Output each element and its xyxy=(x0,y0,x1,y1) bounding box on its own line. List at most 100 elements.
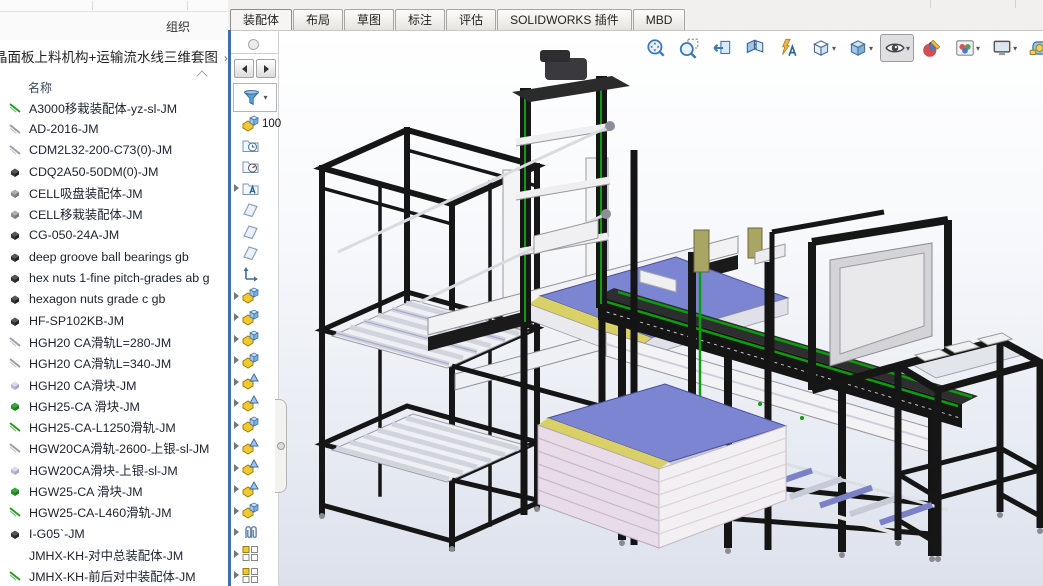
dropdown-caret-icon[interactable]: ▾ xyxy=(1013,44,1017,53)
file-item[interactable]: HGH20 CA滑轨L=340-JM xyxy=(0,353,228,374)
file-name: HGH25-CA 滑块-JM xyxy=(29,397,140,415)
tree-prev-button[interactable] xyxy=(234,59,254,78)
file-item[interactable]: hexagon nuts grade c gb xyxy=(0,289,228,310)
tree-node-component-assembly[interactable] xyxy=(231,500,278,522)
breadcrumb[interactable]: 晶面板上料机构+运输流水线三维套图›消 xyxy=(0,46,228,66)
file-item[interactable]: HGH20 CA滑轨L=280-JM xyxy=(0,331,228,352)
file-item[interactable]: HGH20 CA滑块-JM xyxy=(0,374,228,395)
tab-装配体[interactable]: 装配体 xyxy=(230,9,292,30)
tree-node-sensors-folder[interactable] xyxy=(231,156,278,178)
tab-标注[interactable]: 标注 xyxy=(395,9,445,30)
tree-node-component-assembly[interactable] xyxy=(231,350,278,372)
none-icon xyxy=(8,548,24,562)
zoom-to-fit-button[interactable] xyxy=(641,34,671,62)
edit-appearance-button[interactable] xyxy=(917,34,947,62)
hide-show-items-button[interactable]: ▾ xyxy=(880,34,914,62)
tree-node-plane[interactable] xyxy=(231,221,278,243)
expand-arrow-icon[interactable] xyxy=(231,378,241,386)
tree-node-root[interactable]: 100 xyxy=(231,113,278,135)
tab-评估[interactable]: 评估 xyxy=(446,9,496,30)
file-item[interactable]: CDQ2A50-50DM(0)-JM xyxy=(0,161,228,182)
file-item[interactable]: HGW25-CA-L460滑轨-JM xyxy=(0,502,228,523)
assembly-3d-model[interactable] xyxy=(228,31,1043,586)
view-orientation-button[interactable]: ▾ xyxy=(806,34,840,62)
dropdown-caret-icon[interactable]: ▾ xyxy=(832,44,836,53)
expand-arrow-icon[interactable] xyxy=(231,313,241,321)
column-header-name[interactable]: 名称 xyxy=(0,76,228,96)
dark-block-icon xyxy=(8,527,24,541)
expand-arrow-icon[interactable] xyxy=(231,485,241,493)
expand-arrow-icon[interactable] xyxy=(231,550,241,558)
expand-arrow-icon[interactable] xyxy=(231,335,241,343)
component-part-icon xyxy=(241,394,260,413)
tab-草图[interactable]: 草图 xyxy=(344,9,394,30)
file-item[interactable]: HF-SP102KB-JM xyxy=(0,310,228,331)
expand-arrow-icon[interactable] xyxy=(231,399,241,407)
tree-next-button[interactable] xyxy=(256,59,276,78)
dropdown-caret-icon[interactable]: ▾ xyxy=(906,44,910,53)
tab-MBD[interactable]: MBD xyxy=(633,9,686,30)
tree-node-origin[interactable] xyxy=(231,264,278,286)
tree-node-component-assembly[interactable] xyxy=(231,328,278,350)
tab-SOLIDWORKS 插件[interactable]: SOLIDWORKS 插件 xyxy=(497,9,632,30)
file-item[interactable]: JMHX-KH-前后对中装配体-JM xyxy=(0,566,228,586)
dropdown-caret-icon[interactable]: ▾ xyxy=(976,44,980,53)
file-item[interactable]: HGH25-CA-L1250滑轨-JM xyxy=(0,416,228,437)
expand-arrow-icon[interactable] xyxy=(231,184,241,192)
expand-arrow-icon[interactable] xyxy=(231,356,241,364)
file-item[interactable]: HGH25-CA 滑块-JM xyxy=(0,395,228,416)
tab-布局[interactable]: 布局 xyxy=(293,9,343,30)
expand-arrow-icon[interactable] xyxy=(231,571,241,579)
file-item[interactable]: HGW20CA滑块-上银-sl-JM xyxy=(0,459,228,480)
file-item[interactable]: CG-050-24A-JM xyxy=(0,225,228,246)
tree-node-component-part[interactable] xyxy=(231,457,278,479)
breadcrumb-bar[interactable]: 晶面板上料机构+运输流水线三维套图›消 xyxy=(0,40,228,68)
tree-node-component-assembly[interactable] xyxy=(231,285,278,307)
expand-arrow-icon[interactable] xyxy=(231,442,241,450)
file-item[interactable]: CELL移栽装配体-JM xyxy=(0,203,228,224)
file-item[interactable]: deep groove ball bearings gb xyxy=(0,246,228,267)
tree-node-history-folder[interactable] xyxy=(231,135,278,157)
expand-arrow-icon[interactable] xyxy=(231,464,241,472)
tree-node-mates-folder[interactable] xyxy=(231,522,278,544)
section-view-button[interactable] xyxy=(740,34,770,62)
expand-arrow-icon[interactable] xyxy=(231,421,241,429)
tree-node-plane[interactable] xyxy=(231,242,278,264)
tree-node-component-assembly[interactable] xyxy=(231,414,278,436)
panel-expand-tab[interactable] xyxy=(275,399,287,493)
expand-arrow-icon[interactable] xyxy=(231,292,241,300)
zoom-to-area-button[interactable] xyxy=(674,34,704,62)
file-item[interactable]: CDM2L32-200-C73(0)-JM xyxy=(0,140,228,161)
file-item[interactable]: HGW25-CA 滑块-JM xyxy=(0,480,228,501)
display-style-button[interactable]: ▾ xyxy=(843,34,877,62)
tree-node-annotations-folder[interactable] xyxy=(231,178,278,200)
tree-node-component-assembly[interactable] xyxy=(231,307,278,329)
tree-node-pattern[interactable] xyxy=(231,565,278,586)
file-item[interactable]: JMHX-KH-对中总装配体-JM xyxy=(0,544,228,565)
tree-node-component-part[interactable] xyxy=(231,436,278,458)
annotation-view-button[interactable] xyxy=(773,34,803,62)
graphics-viewport[interactable]: ▾ 100 ▾ ▾ ▾ ▾ ▾ xyxy=(228,31,1043,586)
expand-arrow-icon[interactable] xyxy=(231,507,241,515)
tree-node-pattern[interactable] xyxy=(231,543,278,565)
panel-splitter-handle[interactable] xyxy=(248,39,259,50)
file-item[interactable]: CELL吸盘装配体-JM xyxy=(0,182,228,203)
tree-node-component-part[interactable] xyxy=(231,393,278,415)
file-item[interactable]: HGW20CA滑轨-2600-上银-sl-JM xyxy=(0,438,228,459)
expand-arrow-icon[interactable] xyxy=(231,528,241,536)
organize-button[interactable]: 组织 xyxy=(166,18,190,35)
file-item[interactable]: AD-2016-JM xyxy=(0,118,228,139)
previous-view-button[interactable] xyxy=(707,34,737,62)
measure-button[interactable] xyxy=(1024,34,1043,62)
file-item[interactable]: hex nuts 1-fine pitch-grades ab g xyxy=(0,267,228,288)
tree-node-component-part[interactable] xyxy=(231,371,278,393)
file-item[interactable]: A3000移栽装配体-yz-sl-JM xyxy=(0,97,228,118)
tree-node-component-part[interactable] xyxy=(231,479,278,501)
view-settings-button[interactable]: ▾ xyxy=(987,34,1021,62)
file-item[interactable]: I-G05`-JM xyxy=(0,523,228,544)
tree-filter-button[interactable]: ▾ xyxy=(233,83,277,112)
dropdown-caret-icon[interactable]: ▾ xyxy=(869,44,873,53)
root-icon xyxy=(241,114,260,133)
apply-scene-button[interactable]: ▾ xyxy=(950,34,984,62)
tree-node-plane[interactable] xyxy=(231,199,278,221)
